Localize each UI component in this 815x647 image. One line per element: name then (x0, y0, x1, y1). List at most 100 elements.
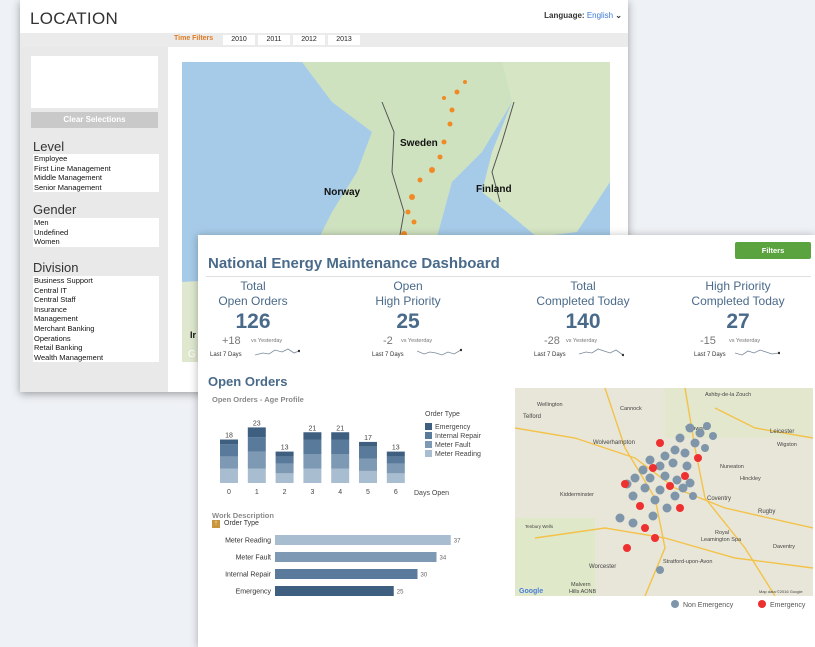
list-item[interactable]: Merchant Banking (33, 324, 159, 334)
legend-item-meter-reading[interactable]: Meter Reading (425, 450, 481, 458)
chevron-down-icon[interactable]: ⌄ (615, 11, 622, 20)
bar-segment-meter-fault (331, 454, 350, 469)
bar-segment-meter-reading (247, 468, 266, 483)
bar-segment-internal-repair (331, 439, 350, 454)
year-tab-2010[interactable]: 2010 (223, 35, 255, 45)
year-tab-2012[interactable]: 2012 (293, 35, 325, 45)
bar-segment-internal-repair (303, 439, 322, 454)
list-item[interactable]: Middle Management (33, 173, 159, 183)
place-label: Wigston (777, 442, 797, 448)
clear-selections-button[interactable]: Clear Selections (31, 112, 158, 128)
division-heading: Division (33, 260, 79, 275)
list-item[interactable]: Business Support (33, 276, 159, 286)
kpi-high-priority-completed-today[interactable]: High Priority Completed Today 27 (668, 279, 808, 334)
list-item[interactable]: Central Staff (33, 295, 159, 305)
google-logo: Google (519, 588, 543, 595)
kpi-value: 25 (396, 310, 420, 333)
hbar (275, 586, 394, 596)
kpi-title-line1: Open (393, 279, 423, 293)
bar-total-label: 21 (309, 425, 317, 432)
x-tick-label: 0 (227, 489, 231, 496)
place-label: Wolverhampton (593, 440, 635, 446)
kpi-value: 27 (726, 310, 750, 333)
place-label: Stratford-upon-Avon (663, 559, 712, 565)
legend-label: Meter Reading (435, 451, 481, 458)
bar-segment-meter-fault (386, 463, 405, 474)
list-item[interactable]: Men (33, 218, 159, 228)
kpi-total-open-orders[interactable]: Total Open Orders 126 (198, 279, 323, 334)
legend-item-internal-repair[interactable]: Internal Repair (425, 432, 481, 440)
hbar-value-label: 37 (454, 539, 461, 545)
list-item[interactable]: Employee (33, 154, 159, 164)
sparkline (255, 348, 300, 356)
work-description-title: Work Description (212, 511, 274, 520)
list-item[interactable]: Insurance (33, 305, 159, 315)
bar-segment-meter-reading (386, 473, 405, 483)
category-label: Emergency (236, 589, 272, 596)
category-label: Meter Fault (236, 555, 271, 562)
time-filters-label: Time Filters (174, 35, 214, 42)
place-label: Tenbury Wells (525, 524, 554, 529)
legend-item-emergency[interactable]: Emergency (425, 423, 470, 431)
legend-label: Non Emergency (683, 602, 734, 609)
list-item[interactable]: Wealth Management (33, 353, 159, 363)
bar-total-label: 13 (392, 445, 400, 452)
kpi-delta: +18 (222, 335, 241, 347)
bar-segment-meter-reading (331, 468, 350, 483)
place-label: Malvern (571, 582, 591, 588)
place-label: Kidderminster (560, 492, 594, 498)
x-tick-label: 4 (338, 489, 342, 496)
year-tab-2011[interactable]: 2011 (258, 35, 290, 45)
list-item[interactable]: Undefined (33, 228, 159, 238)
kpi-last7-label: Last 7 Days (694, 352, 726, 358)
legend-non-emergency[interactable]: Non Emergency (671, 600, 733, 609)
x-tick-label: 6 (394, 489, 398, 496)
order-type-sort[interactable]: ↑ Order Type (212, 520, 259, 528)
kpi-total-completed-today[interactable]: Total Completed Today 140 (513, 279, 653, 334)
midlands-map[interactable]: Ashby-de-la Zouch Wellington Telford Can… (515, 388, 813, 596)
kpi-last7-label: Last 7 Days (210, 352, 242, 358)
hbar-value-label: 30 (421, 573, 428, 579)
time-filter-bar: Time Filters 2010 2011 2012 2013 (20, 33, 628, 47)
hbar-value-label: 34 (440, 556, 447, 562)
kpi-title-line1: Total (240, 279, 266, 293)
legend-item-meter-fault[interactable]: Meter Fault (425, 441, 470, 449)
list-item[interactable]: Senior Management (33, 183, 159, 193)
bar-segment-meter-fault (359, 458, 377, 471)
list-item[interactable]: Retail Banking (33, 343, 159, 353)
list-item[interactable]: Women (33, 237, 159, 247)
sort-up-icon[interactable]: ↑ (212, 520, 220, 528)
language-selector[interactable]: Language: English ⌄ (544, 11, 622, 20)
list-item[interactable]: Operations (33, 334, 159, 344)
hbar-value-label: 25 (397, 590, 404, 596)
bar-segment-emergency (359, 441, 377, 447)
bar-segment-internal-repair (220, 444, 238, 457)
kpi-open-high-priority[interactable]: Open High Priority 25 (338, 279, 478, 334)
year-tab-2013[interactable]: 2013 (328, 35, 360, 45)
bar-segment-meter-reading (275, 473, 294, 483)
language-value[interactable]: English (587, 11, 613, 20)
bar-segment-emergency (386, 451, 405, 457)
midlands-map-graphic: Ashby-de-la Zouch Wellington Telford Can… (515, 388, 813, 596)
work-description-chart[interactable]: Meter Reading 37 Meter Fault 34 Internal Rep… (208, 531, 478, 599)
bar-total-label: 18 (225, 433, 233, 440)
list-item[interactable]: Management (33, 314, 159, 324)
bar-segment-emergency (247, 427, 266, 438)
kpi-vs-label: vs Yesterday (401, 338, 433, 344)
kpi-delta: -2 (383, 335, 393, 347)
gender-list: Men Undefined Women (33, 218, 159, 247)
map-attribution: Map data ©2016 Google (759, 589, 803, 594)
list-item[interactable]: Central IT (33, 286, 159, 296)
x-tick-label: 5 (366, 489, 370, 496)
filters-button[interactable]: Filters (735, 242, 811, 259)
sparkline (579, 348, 624, 357)
list-item[interactable]: First Line Management (33, 164, 159, 174)
bar-segment-meter-fault (303, 454, 322, 469)
legend-label: Meter Fault (435, 442, 471, 449)
place-label: Wellington (537, 402, 563, 408)
legend-emergency[interactable]: Emergency (758, 600, 805, 609)
order-type-label: Order Type (224, 520, 259, 527)
map-label-finland: Finland (476, 184, 512, 195)
kpi-delta: -15 (700, 335, 716, 347)
place-label: Worcester (589, 564, 616, 570)
